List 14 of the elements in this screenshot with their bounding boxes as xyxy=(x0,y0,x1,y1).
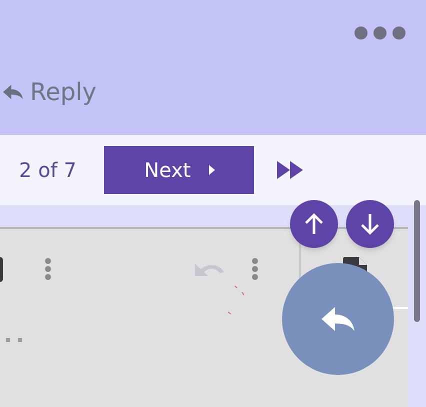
scrollbar-thumb[interactable] xyxy=(414,200,420,322)
arrow-up-icon xyxy=(304,213,324,235)
more-vertical-icon[interactable] xyxy=(44,257,52,281)
arrow-down-icon xyxy=(360,213,380,235)
more-vertical-icon[interactable] xyxy=(251,257,259,281)
page-counter: 2 of 7 xyxy=(19,157,76,184)
more-icon[interactable] xyxy=(354,26,406,40)
cropped-icon xyxy=(0,257,3,282)
caret-right-icon xyxy=(208,165,215,175)
ellipsis-icon xyxy=(6,338,22,343)
next-button[interactable]: Next xyxy=(104,146,254,194)
reply-icon xyxy=(319,304,357,334)
fast-forward-icon[interactable] xyxy=(277,161,306,179)
reply-icon xyxy=(2,83,24,101)
